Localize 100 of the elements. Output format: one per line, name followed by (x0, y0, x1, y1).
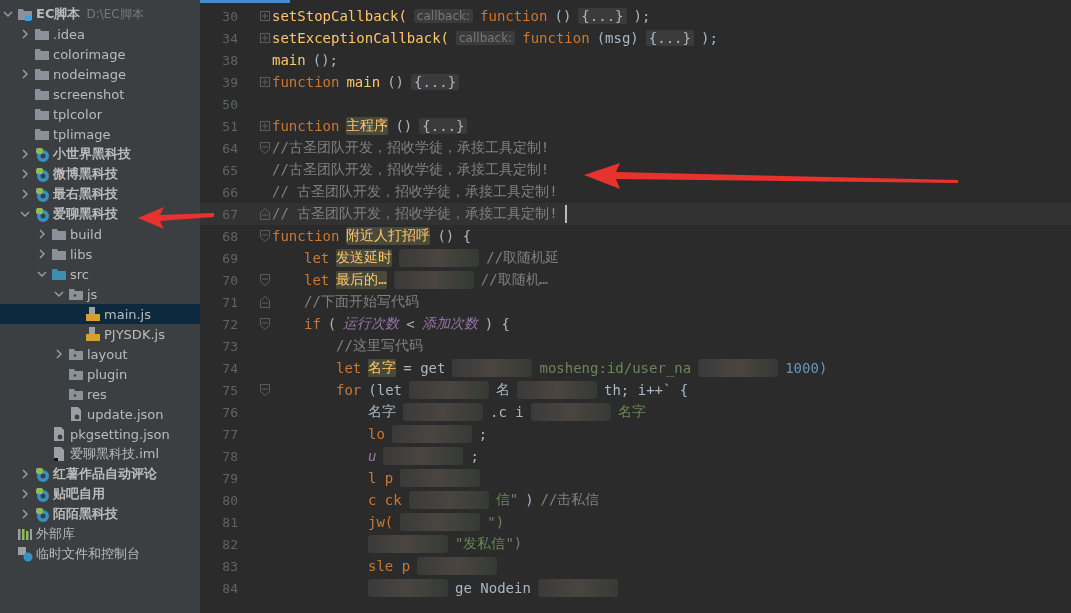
code-token: main (346, 74, 381, 90)
fold-plus-icon[interactable] (260, 33, 270, 43)
tree-item[interactable]: .idea (53, 26, 85, 42)
fold-plus-icon[interactable] (260, 121, 270, 131)
tree-item[interactable]: 陌陌黑科技 (53, 505, 118, 523)
code-token: let (304, 250, 330, 266)
folder-icon (51, 226, 67, 242)
tree-item[interactable]: update.json (87, 406, 164, 422)
code-comment: //取随机… (480, 271, 549, 289)
tree-item[interactable]: 小世界黑科技 (53, 145, 131, 163)
line-number: 72 (221, 316, 238, 332)
code-token: setStopCallback( (272, 8, 407, 24)
tree-item[interactable]: nodeimage (53, 66, 126, 82)
line-number: 76 (221, 404, 238, 420)
tree-item[interactable]: EC脚本 (36, 5, 81, 23)
tree-item[interactable]: 红薯作品自动评论 (53, 465, 157, 483)
code-comment: // 古圣团队开发，招收学徒，承接工具定制! (272, 205, 558, 223)
tree-item[interactable]: src (70, 266, 89, 282)
code-token: sle p (368, 558, 411, 574)
code-token: < (406, 316, 415, 332)
code-comment: //击私信 (540, 491, 600, 509)
folder-icon (34, 86, 50, 102)
line-number: 82 (221, 536, 238, 552)
line-number: 39 (221, 74, 238, 90)
line-number: 69 (221, 250, 238, 266)
code-token: 信" (495, 491, 519, 509)
code-token: () (554, 8, 572, 24)
code-token: (msg) (596, 30, 639, 46)
tree-item[interactable]: tplcolor (53, 106, 102, 122)
code-token: ( (327, 316, 337, 332)
tree-item[interactable]: layout (87, 346, 128, 362)
code-token: setExceptionCallback( (272, 30, 449, 46)
code-token: () (387, 74, 404, 90)
module-icon (34, 186, 50, 202)
parameter-hint: callback: (413, 9, 474, 23)
line-number: 77 (221, 426, 238, 442)
folder-icon (34, 106, 50, 122)
tree-item[interactable]: 临时文件和控制台 (36, 545, 140, 563)
code-token: function (480, 8, 548, 24)
code-token: .c i (490, 404, 524, 420)
code-comment: //这里写代码 (336, 337, 423, 355)
tree-item[interactable]: build (70, 226, 102, 242)
code-token: function (272, 118, 340, 134)
tree-item[interactable]: screenshot (53, 86, 125, 102)
code-token: for (336, 382, 362, 398)
tree-item[interactable]: 爱聊黑科技.iml (70, 445, 160, 463)
fold-open-icon[interactable] (260, 384, 270, 396)
fold-open-icon[interactable] (260, 274, 270, 286)
line-number: 78 (221, 448, 238, 464)
json-file-icon (68, 406, 84, 422)
code-token: 发送延时 (336, 249, 393, 267)
code-token: "发私信") (455, 535, 523, 553)
tree-item[interactable]: pkgsetting.json (70, 426, 170, 442)
file-icon (51, 446, 67, 462)
parameter-hint: callback: (456, 31, 516, 45)
line-number: 73 (221, 338, 238, 354)
tree-item[interactable]: 外部库 (36, 525, 75, 543)
fold-plus-icon[interactable] (260, 11, 270, 21)
library-icon (17, 526, 33, 542)
folder-icon (51, 266, 67, 282)
fold-open-icon[interactable] (260, 142, 270, 154)
fold-open-icon[interactable] (260, 318, 270, 330)
tree-item[interactable]: 最右黑科技 (53, 185, 118, 203)
tree-item[interactable]: tplimage (53, 126, 111, 142)
line-number: 70 (221, 272, 238, 288)
tree-item[interactable]: colorimage (53, 46, 126, 62)
json-file-icon (51, 426, 67, 442)
code-token: 名字 (617, 403, 646, 421)
line-number: 51 (221, 118, 238, 134)
code-comment: //古圣团队开发，招收学徒，承接工具定制! (272, 139, 550, 157)
line-number: 75 (221, 382, 238, 398)
tree-item[interactable]: 爱聊黑科技 (53, 205, 118, 223)
tree-item[interactable]: res (87, 386, 107, 402)
text-cursor (564, 205, 567, 223)
module-icon (34, 506, 50, 522)
line-number: 38 (221, 52, 238, 68)
code-token: 1000) (785, 360, 828, 376)
fold-plus-icon[interactable] (260, 77, 270, 87)
tree-item[interactable]: main.js (104, 306, 151, 322)
line-number: 66 (221, 184, 238, 200)
tree-item[interactable]: 微博黑科技 (53, 165, 118, 183)
code-token: () (395, 118, 413, 134)
code-token: if (304, 316, 321, 332)
tree-item[interactable]: PJYSDK.js (104, 326, 165, 342)
fold-open-icon[interactable] (260, 230, 270, 242)
code-token: main (272, 52, 306, 68)
line-number: 65 (221, 162, 238, 178)
code-token: (); (312, 52, 338, 68)
line-number: 74 (221, 360, 238, 376)
folder-icon (51, 246, 67, 262)
tree-item[interactable]: libs (70, 246, 93, 262)
code-token: jw( (368, 514, 394, 530)
code-token: 添加次数 (421, 315, 478, 333)
tree-item[interactable]: 贴吧自用 (53, 485, 105, 503)
fold-end-icon[interactable] (260, 296, 270, 308)
tree-item[interactable]: plugin (87, 366, 128, 382)
code-token: function (522, 30, 590, 46)
tree-item[interactable]: js (87, 286, 98, 302)
code-comment: //古圣团队开发，招收学徒，承接工具定制! (272, 161, 550, 179)
scratch-file-icon (17, 546, 33, 562)
